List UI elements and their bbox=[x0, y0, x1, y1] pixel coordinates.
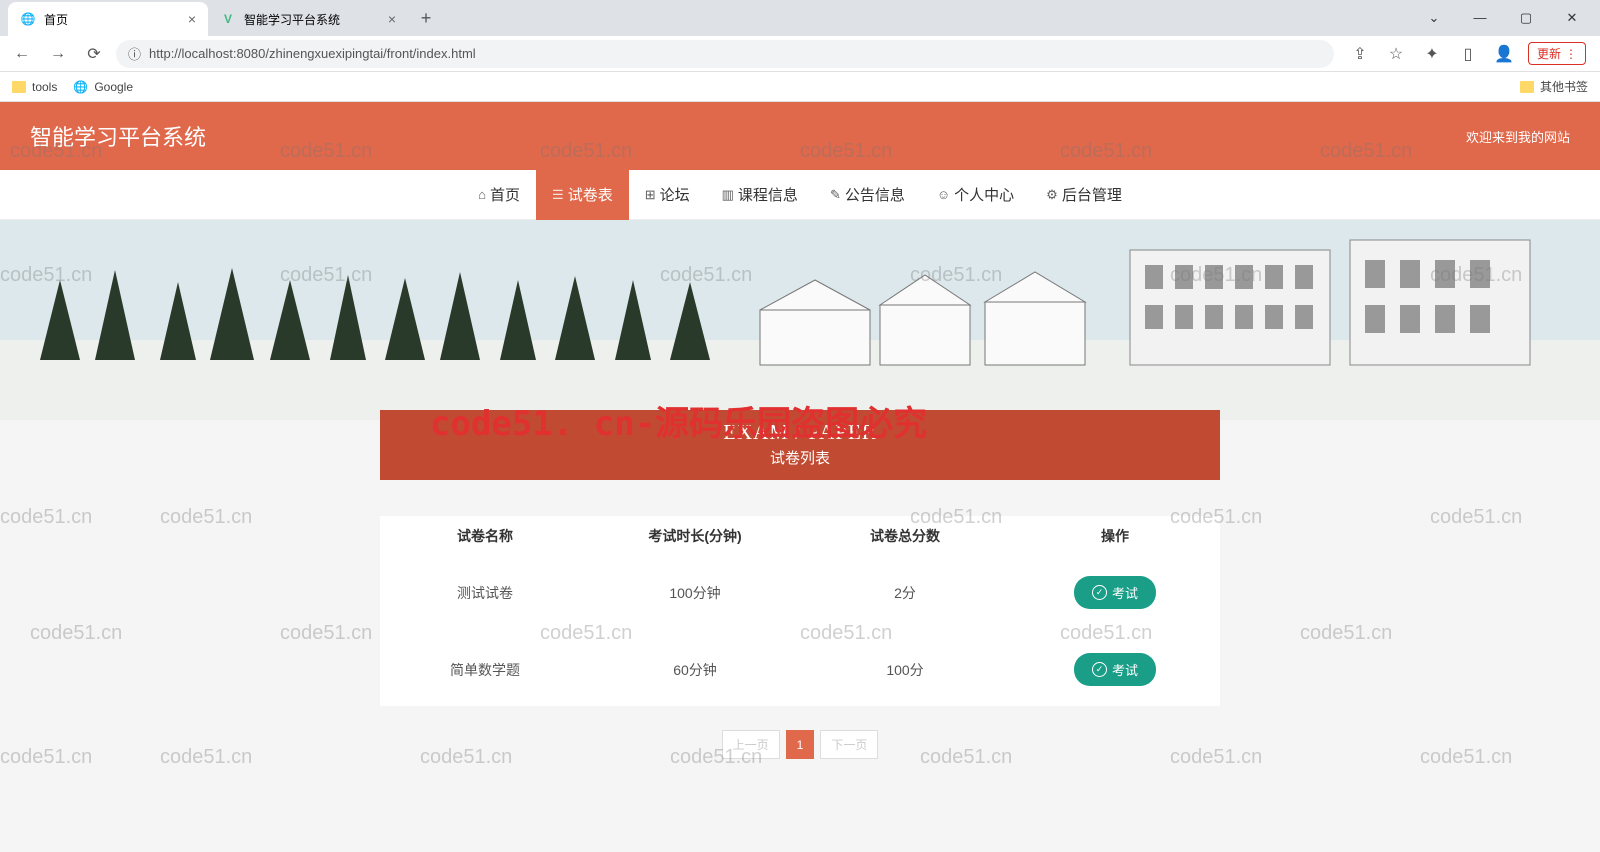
table-header: 试卷名称 考试时长(分钟) 试卷总分数 操作 bbox=[380, 516, 1220, 556]
main-nav: ⌂首页 ☰试卷表 ⊞论坛 ▥课程信息 ✎公告信息 ☺个人中心 ⚙后台管理 bbox=[0, 170, 1600, 220]
folder-icon bbox=[1520, 81, 1534, 93]
site-header: 智能学习平台系统 欢迎来到我的网站 bbox=[0, 102, 1600, 170]
list-icon: ☰ bbox=[552, 187, 564, 203]
col-action: 操作 bbox=[1010, 526, 1220, 546]
check-icon: ✓ bbox=[1092, 585, 1107, 600]
next-page-button[interactable]: 下一页 bbox=[820, 730, 878, 759]
table-row: 简单数学题 60分钟 100分 ✓考试 bbox=[380, 633, 1220, 706]
cell-score: 2分 bbox=[800, 583, 1010, 603]
user-icon: ☺ bbox=[937, 187, 950, 202]
cell-name: 测试试卷 bbox=[380, 583, 590, 603]
bookmark-bar: tools 🌐 Google 其他书签 bbox=[0, 72, 1600, 102]
share-icon[interactable]: ⇪ bbox=[1348, 42, 1372, 66]
exam-table: 试卷名称 考试时长(分钟) 试卷总分数 操作 测试试卷 100分钟 2分 ✓考试… bbox=[380, 516, 1220, 706]
home-icon: ⌂ bbox=[478, 187, 486, 202]
close-icon[interactable]: × bbox=[188, 11, 196, 27]
globe-icon: 🌐 bbox=[73, 80, 88, 94]
col-name: 试卷名称 bbox=[380, 526, 590, 546]
gear-icon: ⚙ bbox=[1046, 187, 1058, 203]
section-header: EXAM / PAPER 试卷列表 bbox=[380, 410, 1220, 480]
other-bookmarks[interactable]: 其他书签 bbox=[1520, 78, 1588, 95]
nav-exam[interactable]: ☰试卷表 bbox=[536, 170, 629, 220]
nav-home[interactable]: ⌂首页 bbox=[462, 170, 536, 220]
close-icon[interactable]: × bbox=[388, 11, 396, 27]
bookmark-google[interactable]: 🌐 Google bbox=[73, 80, 133, 94]
table-row: 测试试卷 100分钟 2分 ✓考试 bbox=[380, 556, 1220, 629]
col-score: 试卷总分数 bbox=[800, 526, 1010, 546]
bookmark-tools[interactable]: tools bbox=[12, 80, 57, 94]
cell-duration: 100分钟 bbox=[590, 583, 800, 603]
site-title: 智能学习平台系统 bbox=[30, 120, 206, 152]
forward-button[interactable]: → bbox=[44, 40, 72, 68]
browser-tab-0[interactable]: 🌐 首页 × bbox=[8, 2, 208, 36]
grid-icon: ⊞ bbox=[645, 187, 656, 203]
cell-duration: 60分钟 bbox=[590, 660, 800, 680]
pencil-icon: ✎ bbox=[830, 187, 841, 203]
close-window-icon[interactable]: ✕ bbox=[1558, 10, 1586, 26]
section-title-cn: 试卷列表 bbox=[380, 447, 1220, 468]
chevron-down-icon[interactable]: ⌄ bbox=[1420, 10, 1448, 26]
maximize-icon[interactable]: ▢ bbox=[1512, 10, 1540, 26]
address-bar: ← → ⟳ ⓘ http://localhost:8080/zhinengxue… bbox=[0, 36, 1600, 72]
info-icon: ⓘ bbox=[128, 44, 141, 63]
window-controls: ⌄ — ▢ ✕ bbox=[1406, 10, 1600, 26]
book-icon: ▥ bbox=[722, 187, 734, 203]
update-button[interactable]: 更新 ⋮ bbox=[1528, 42, 1586, 65]
nav-profile[interactable]: ☺个人中心 bbox=[921, 170, 1030, 220]
tab-title: 智能学习平台系统 bbox=[244, 11, 340, 28]
star-icon[interactable]: ☆ bbox=[1384, 42, 1408, 66]
minimize-icon[interactable]: — bbox=[1466, 10, 1494, 26]
banner-image bbox=[0, 220, 1600, 420]
reload-button[interactable]: ⟳ bbox=[80, 40, 108, 68]
globe-icon: 🌐 bbox=[20, 11, 36, 27]
nav-notice[interactable]: ✎公告信息 bbox=[814, 170, 921, 220]
main-content: EXAM / PAPER 试卷列表 试卷名称 考试时长(分钟) 试卷总分数 操作… bbox=[380, 410, 1220, 779]
pagination: 上一页 1 下一页 bbox=[380, 730, 1220, 779]
exam-button[interactable]: ✓考试 bbox=[1074, 653, 1156, 686]
back-button[interactable]: ← bbox=[8, 40, 36, 68]
welcome-text: 欢迎来到我的网站 bbox=[1466, 127, 1570, 146]
exam-button[interactable]: ✓考试 bbox=[1074, 576, 1156, 609]
browser-tab-1[interactable]: V 智能学习平台系统 × bbox=[208, 2, 408, 36]
nav-admin[interactable]: ⚙后台管理 bbox=[1030, 170, 1138, 220]
folder-icon bbox=[12, 81, 26, 93]
vue-icon: V bbox=[220, 11, 236, 27]
tab-title: 首页 bbox=[44, 11, 68, 28]
tab-bar: 🌐 首页 × V 智能学习平台系统 × + ⌄ — ▢ ✕ bbox=[0, 0, 1600, 36]
section-title-en: EXAM / PAPER bbox=[380, 420, 1220, 445]
extension-icon[interactable]: ✦ bbox=[1420, 42, 1444, 66]
cell-score: 100分 bbox=[800, 660, 1010, 680]
col-duration: 考试时长(分钟) bbox=[590, 526, 800, 546]
nav-course[interactable]: ▥课程信息 bbox=[706, 170, 814, 220]
kebab-icon: ⋮ bbox=[1565, 47, 1577, 61]
url-text: http://localhost:8080/zhinengxuexipingta… bbox=[149, 46, 476, 61]
url-input[interactable]: ⓘ http://localhost:8080/zhinengxuexiping… bbox=[116, 40, 1334, 68]
sidepanel-icon[interactable]: ▯ bbox=[1456, 42, 1480, 66]
page-1-button[interactable]: 1 bbox=[786, 730, 815, 759]
new-tab-button[interactable]: + bbox=[412, 4, 440, 32]
nav-forum[interactable]: ⊞论坛 bbox=[629, 170, 706, 220]
check-icon: ✓ bbox=[1092, 662, 1107, 677]
cell-name: 简单数学题 bbox=[380, 660, 590, 680]
profile-icon[interactable]: 👤 bbox=[1492, 42, 1516, 66]
prev-page-button[interactable]: 上一页 bbox=[722, 730, 780, 759]
